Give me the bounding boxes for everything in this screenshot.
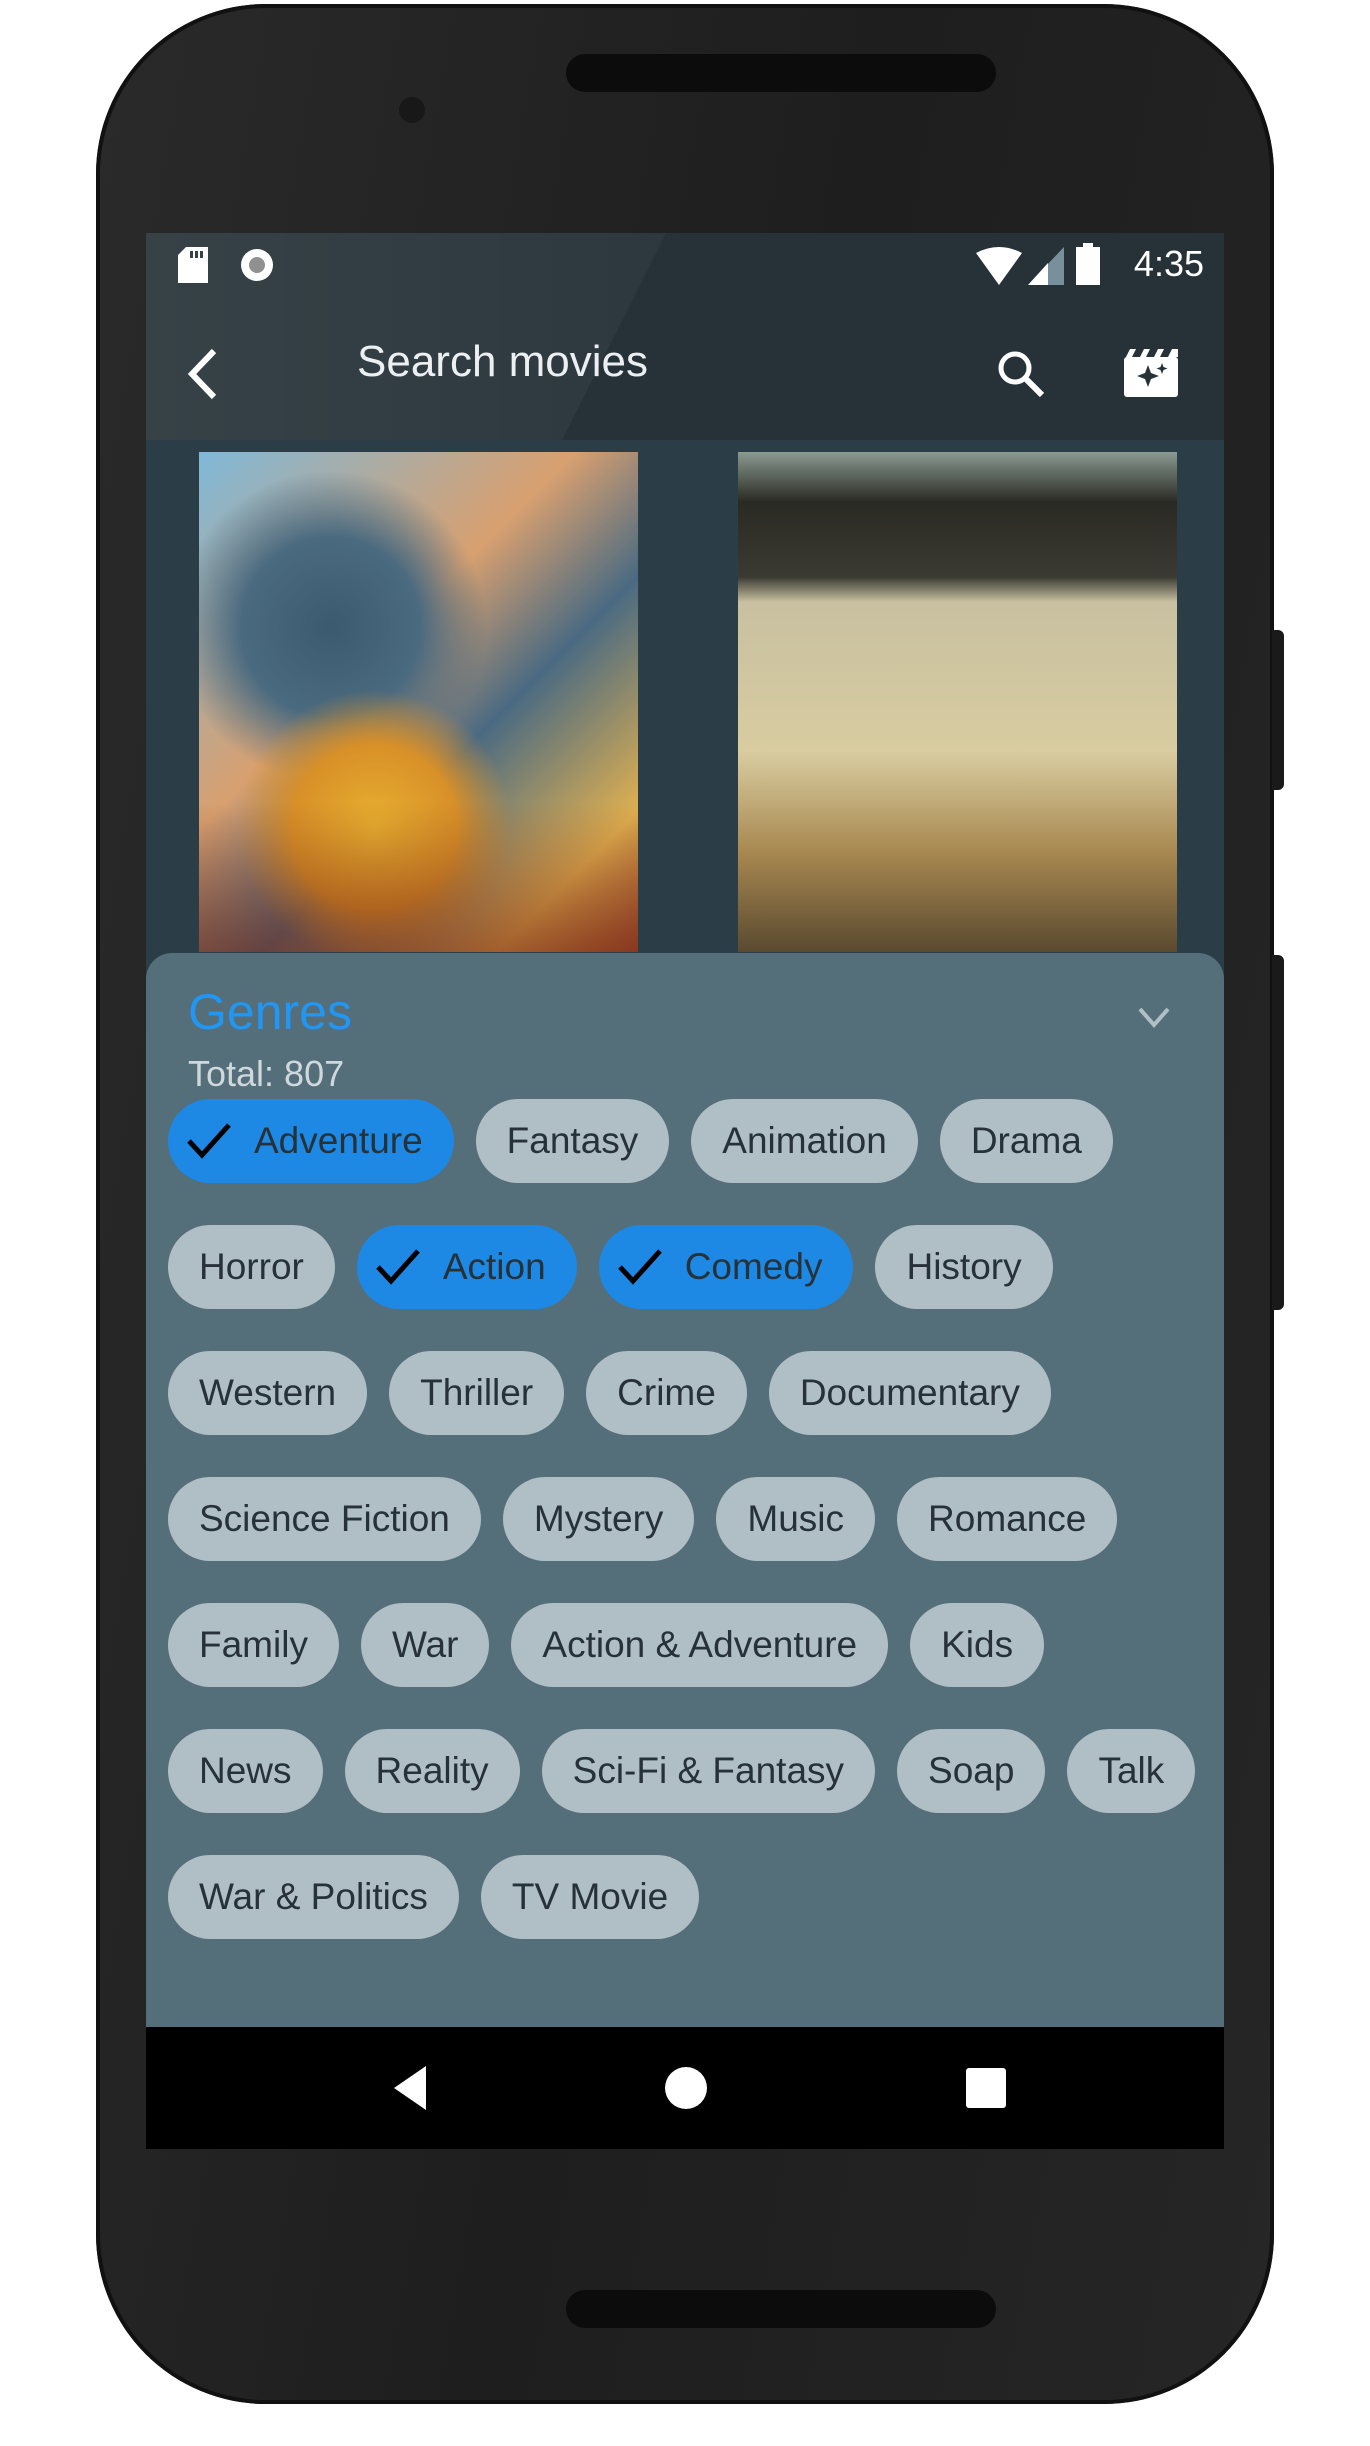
nav-home-icon	[665, 2067, 707, 2109]
chip-label: Action & Adventure	[542, 1624, 858, 1665]
genre-chip-western[interactable]: Western	[168, 1351, 368, 1435]
search-icon[interactable]	[996, 349, 1046, 399]
genre-chip-news[interactable]: News	[168, 1729, 323, 1813]
genre-chip-comedy[interactable]: Comedy	[598, 1225, 854, 1309]
nav-recents-button[interactable]	[951, 2053, 1021, 2123]
chip-label: News	[199, 1750, 292, 1791]
genre-chip-music[interactable]: Music	[716, 1477, 876, 1561]
bottom-speaker	[566, 2290, 996, 2328]
chevron-down-icon[interactable]	[1136, 999, 1172, 1035]
genre-chip-war[interactable]: War	[360, 1603, 490, 1687]
chip-label: War & Politics	[199, 1876, 428, 1917]
toolbar: Search movies	[146, 297, 1224, 440]
chip-label: Fantasy	[506, 1120, 639, 1161]
genre-chip-romance[interactable]: Romance	[897, 1477, 1118, 1561]
genre-chip-horror[interactable]: Horror	[168, 1225, 335, 1309]
chip-label: Crime	[617, 1372, 716, 1413]
chip-label: Western	[199, 1372, 337, 1413]
chip-label: Comedy	[684, 1246, 823, 1287]
genre-chip-documentary[interactable]: Documentary	[768, 1351, 1051, 1435]
genres-title: Genres	[188, 984, 352, 1040]
chip-label: Music	[747, 1498, 845, 1539]
nav-back-button[interactable]	[375, 2053, 445, 2123]
genre-chip-group: Adventure Fantasy Animation Drama Horror Acti…	[168, 1099, 1214, 1939]
chip-label: Kids	[941, 1624, 1014, 1665]
genre-chip-reality[interactable]: Reality	[344, 1729, 520, 1813]
top-speaker	[566, 54, 996, 92]
navigation-bar	[146, 2027, 1224, 2149]
genre-chip-drama[interactable]: Drama	[939, 1099, 1113, 1183]
genre-chip-adventure[interactable]: Adventure	[168, 1099, 454, 1183]
genres-total: Total: 807	[188, 1053, 345, 1094]
chip-label: Animation	[722, 1120, 887, 1161]
genre-chip-action-adventure[interactable]: Action & Adventure	[511, 1603, 889, 1687]
chip-label: Talk	[1098, 1750, 1165, 1791]
chip-label: History	[906, 1246, 1022, 1287]
arrow-back-icon[interactable]	[182, 347, 222, 401]
movie-grid	[146, 440, 1224, 960]
status-time: 4:35	[1133, 243, 1204, 284]
chip-label: Documentary	[799, 1372, 1020, 1413]
sync-icon	[241, 249, 273, 281]
chip-label: Family	[199, 1624, 308, 1665]
chip-label: TV Movie	[511, 1876, 669, 1917]
check-icon	[617, 1249, 662, 1285]
genre-chip-family[interactable]: Family	[168, 1603, 339, 1687]
nav-home-button[interactable]	[651, 2053, 721, 2123]
movie-poster[interactable]	[199, 452, 638, 952]
chip-label: War	[391, 1624, 459, 1665]
power-button	[1272, 630, 1284, 790]
screen: 4:35 Search movies Genres Total: 807 Adv…	[146, 233, 1224, 2149]
page-title: Search movies	[357, 337, 649, 386]
nav-back-icon	[394, 2066, 426, 2110]
chip-label: Sci-Fi & Fantasy	[572, 1750, 845, 1791]
genre-chip-animation[interactable]: Animation	[691, 1099, 918, 1183]
genre-chip-crime[interactable]: Crime	[586, 1351, 747, 1435]
check-icon	[187, 1123, 231, 1159]
check-icon	[376, 1249, 420, 1285]
chip-label: Romance	[928, 1498, 1087, 1539]
genre-chip-fantasy[interactable]: Fantasy	[475, 1099, 670, 1183]
genre-chip-talk[interactable]: Talk	[1067, 1729, 1196, 1813]
genre-chip-science-fiction[interactable]: Science Fiction	[168, 1477, 481, 1561]
genre-chip-war-politics[interactable]: War & Politics	[168, 1855, 459, 1939]
chip-label: Horror	[199, 1246, 304, 1287]
status-bar: 4:35	[146, 233, 1224, 297]
chip-label: Thriller	[420, 1372, 534, 1413]
volume-button	[1272, 955, 1284, 1310]
chip-label: Soap	[928, 1750, 1015, 1791]
chip-label: Action	[442, 1246, 546, 1287]
genre-chip-history[interactable]: History	[875, 1225, 1053, 1309]
wifi-icon	[976, 247, 1022, 285]
battery-icon	[1076, 243, 1100, 285]
front-camera	[399, 97, 425, 123]
genres-sheet: Genres Total: 807 Adventure Fantasy Animat…	[146, 953, 1224, 2027]
genre-chip-tv-movie[interactable]: TV Movie	[480, 1855, 700, 1939]
chip-label: Drama	[970, 1120, 1082, 1161]
chip-label: Mystery	[533, 1498, 664, 1539]
genre-chip-mystery[interactable]: Mystery	[502, 1477, 695, 1561]
movie-poster[interactable]	[738, 452, 1177, 952]
genre-chip-soap[interactable]: Soap	[897, 1729, 1046, 1813]
chip-label: Reality	[375, 1750, 489, 1791]
genre-chip-sci-fi-fantasy[interactable]: Sci-Fi & Fantasy	[541, 1729, 876, 1813]
sd-card-icon	[178, 247, 208, 283]
chip-label: Science Fiction	[199, 1498, 450, 1539]
movie-filter-icon[interactable]	[1124, 349, 1178, 397]
nav-recents-icon	[966, 2068, 1006, 2108]
signal-icon	[1028, 247, 1064, 285]
genre-chip-thriller[interactable]: Thriller	[389, 1351, 565, 1435]
genre-chip-kids[interactable]: Kids	[910, 1603, 1045, 1687]
genre-chip-action[interactable]: Action	[356, 1225, 577, 1309]
chip-label: Adventure	[254, 1120, 423, 1161]
